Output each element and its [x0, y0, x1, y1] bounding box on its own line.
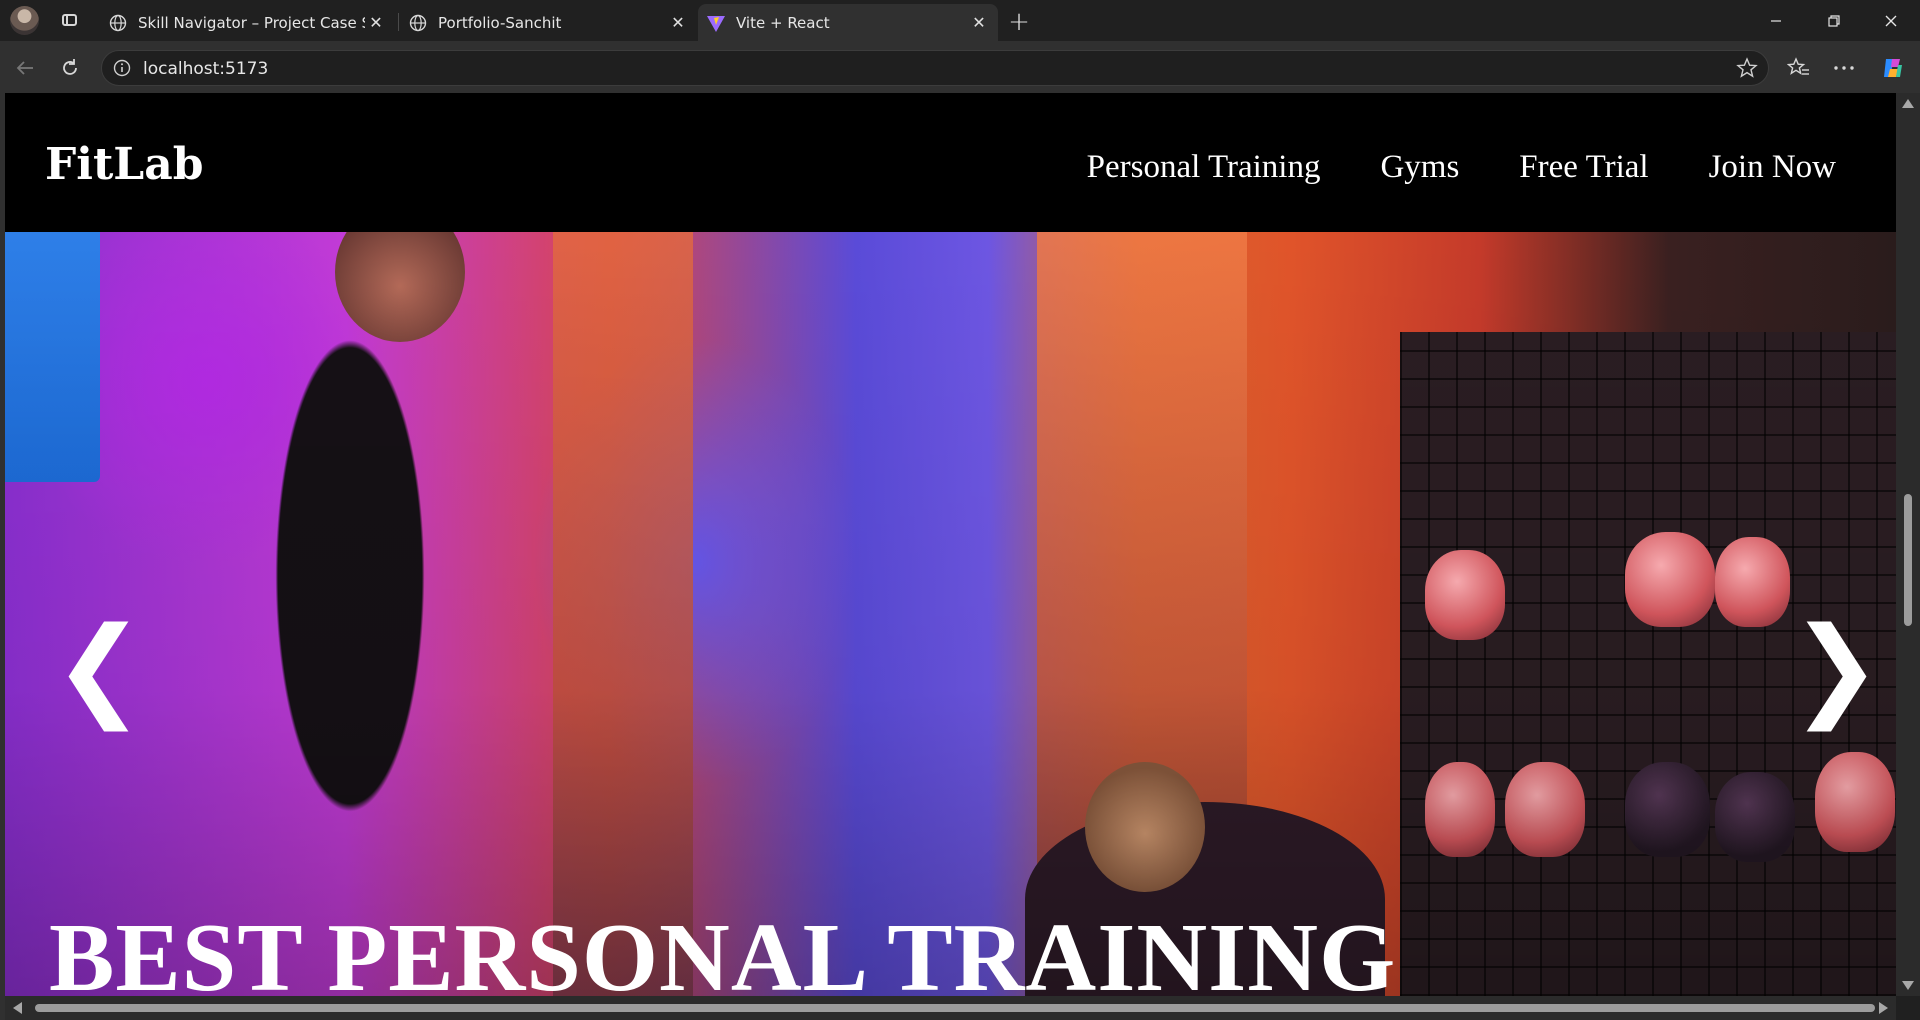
tab-bar: Skill Navigator – Project Case Stud ✕ Po… — [0, 0, 1920, 41]
horizontal-scrollbar[interactable] — [5, 996, 1896, 1020]
url-text[interactable]: localhost:5173 — [143, 59, 268, 79]
reload-button[interactable] — [53, 51, 87, 85]
tab-label: Skill Navigator – Project Case Stud — [138, 13, 365, 32]
more-menu-icon[interactable] — [1827, 51, 1861, 85]
site-header: FitLab Personal Training Gyms Free Trial… — [5, 93, 1896, 232]
address-bar[interactable]: localhost:5173 — [101, 50, 1769, 86]
close-window-button[interactable] — [1862, 0, 1920, 41]
star-icon[interactable] — [1736, 57, 1758, 79]
info-icon[interactable] — [112, 58, 132, 78]
vertical-scrollbar[interactable] — [1896, 93, 1920, 996]
nav-personal-training[interactable]: Personal Training — [1087, 149, 1321, 186]
address-toolbar: localhost:5173 — [0, 41, 1920, 93]
scrollbar-thumb[interactable] — [35, 1004, 1875, 1012]
profile-avatar[interactable] — [10, 6, 39, 35]
back-button[interactable] — [8, 51, 42, 85]
carousel-next-button[interactable]: ❯ — [1790, 612, 1882, 722]
hero-carousel: ❮ ❯ BEST PERSONAL TRAINING — [5, 232, 1896, 996]
tab-actions-icon[interactable] — [56, 7, 84, 35]
tab-skill-navigator[interactable]: Skill Navigator – Project Case Stud ✕ — [100, 4, 395, 41]
globe-icon — [108, 13, 128, 33]
close-icon[interactable]: ✕ — [968, 12, 990, 34]
scroll-down-icon[interactable] — [1902, 981, 1914, 990]
carousel-prev-button[interactable]: ❮ — [53, 612, 145, 722]
tab-label: Vite + React — [736, 13, 830, 32]
scroll-up-icon[interactable] — [1902, 99, 1914, 108]
tab-portfolio[interactable]: Portfolio-Sanchit ✕ — [400, 4, 697, 41]
new-tab-button[interactable]: + — [1003, 7, 1035, 37]
page-viewport: FitLab Personal Training Gyms Free Trial… — [5, 93, 1896, 996]
restore-button[interactable] — [1805, 0, 1863, 41]
hero-title: BEST PERSONAL TRAINING — [49, 904, 1397, 996]
vite-icon — [706, 13, 726, 33]
nav-join-now[interactable]: Join Now — [1709, 149, 1836, 186]
globe-icon — [408, 13, 428, 33]
nav-gyms[interactable]: Gyms — [1380, 149, 1459, 186]
copilot-icon[interactable] — [1876, 51, 1910, 85]
tab-divider — [398, 13, 399, 31]
tab-label: Portfolio-Sanchit — [438, 13, 562, 32]
tab-vite-react[interactable]: Vite + React ✕ — [698, 4, 998, 41]
scroll-right-icon[interactable] — [1879, 1002, 1888, 1014]
favorites-icon[interactable] — [1782, 51, 1816, 85]
scroll-left-icon[interactable] — [13, 1002, 22, 1014]
close-icon[interactable]: ✕ — [365, 12, 387, 34]
site-logo[interactable]: FitLab — [45, 139, 204, 190]
main-nav: Personal Training Gyms Free Trial Join N… — [1087, 149, 1836, 186]
nav-free-trial[interactable]: Free Trial — [1519, 149, 1648, 186]
close-icon[interactable]: ✕ — [667, 12, 689, 34]
minimize-button[interactable] — [1747, 0, 1805, 41]
scrollbar-thumb[interactable] — [1904, 494, 1912, 626]
hero-overlay — [5, 232, 1896, 996]
